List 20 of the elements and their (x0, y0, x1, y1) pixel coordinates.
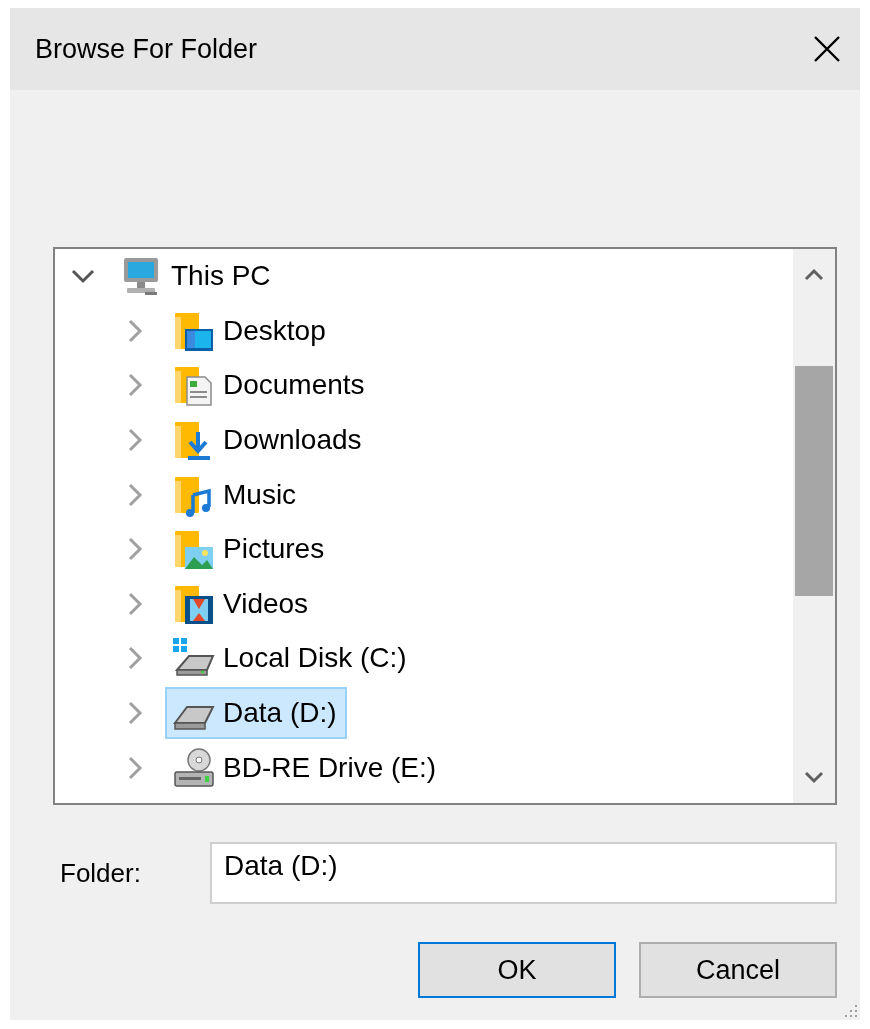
tree-item[interactable]: Local Disk (C:) (165, 632, 417, 685)
tree-item[interactable]: This PC (113, 250, 281, 303)
tree-item[interactable]: BD-RE Drive (E:) (165, 741, 447, 794)
tree-item[interactable]: Downloads (165, 414, 372, 467)
ok-button[interactable]: OK (418, 942, 616, 998)
close-icon[interactable] (812, 34, 842, 64)
tree-item[interactable]: Documents (165, 359, 375, 412)
folder-field[interactable]: Data (D:) (210, 842, 837, 904)
scrollbar[interactable] (793, 249, 835, 803)
tree-item[interactable]: Data (D:) (165, 687, 347, 740)
tree-item[interactable]: Videos (165, 577, 319, 630)
cancel-button[interactable]: Cancel (639, 942, 837, 998)
tree-item[interactable]: Music (165, 468, 307, 521)
tree-item[interactable]: Desktop (165, 304, 336, 357)
resize-grip-icon[interactable] (842, 1002, 858, 1018)
scroll-thumb[interactable] (795, 366, 833, 596)
disc-drive-icon (171, 745, 215, 790)
folder-label: Folder: (60, 857, 142, 889)
window-title: Browse For Folder (35, 33, 258, 65)
tree-item[interactable]: Pictures (165, 523, 335, 576)
